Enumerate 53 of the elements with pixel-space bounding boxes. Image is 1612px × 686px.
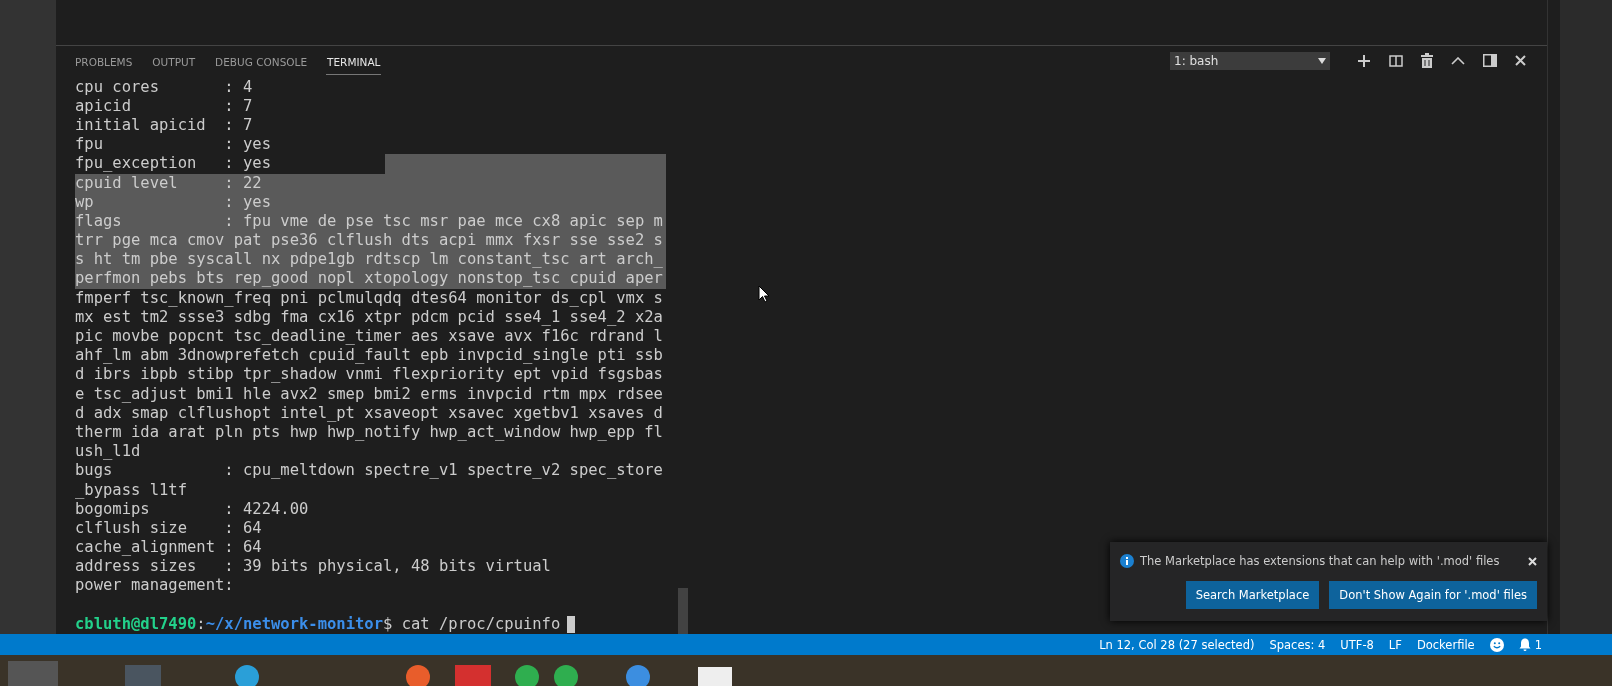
terminal-line: d adx smap clflushopt intel_pt xsaveopt xsavec xgetbv1 xsaves d: [75, 403, 663, 422]
trash-icon[interactable]: [1421, 53, 1433, 69]
status-item[interactable]: LF: [1388, 637, 1402, 652]
notification-count: 1: [1534, 637, 1542, 652]
notification-message: The Marketplace has extensions that can help with '.mod' files: [1140, 554, 1501, 568]
smiley-icon[interactable]: [1489, 637, 1504, 652]
mouse-pointer-icon: [758, 284, 770, 303]
close-icon[interactable]: [1528, 556, 1537, 566]
terminal-line: clflush size : 64: [75, 518, 262, 537]
terminal-line: cpu cores : 4: [75, 77, 253, 96]
prompt-user: cbluth@dl7490: [75, 614, 197, 633]
terminal-command: $ cat /proc/cpuinfo: [383, 614, 561, 633]
terminal-line: initial apicid : 7: [75, 115, 253, 134]
info-icon: [1120, 554, 1134, 568]
panel-tab[interactable]: PROBLEMS: [74, 51, 134, 75]
terminal-line: ush_l1d: [75, 442, 141, 461]
terminal-line: bugs : cpu_meltdown spectre_v1 spectre_v2 spec_store: [75, 461, 663, 480]
terminal-line: fmperf tsc_known_freq pni pclmulqdq dtes64 monitor ds_cpl vmx s: [75, 288, 663, 307]
terminal-line: pic movbe popcnt tsc_deadline_timer aes xsave avx f16c rdrand l: [75, 327, 663, 345]
terminal-line: e tsc_adjust bmi1 hle avx2 smep bmi2 erms invpcid rtm mpx rdsee: [75, 384, 663, 403]
terminal-line: ahf_lm abm 3dnowprefetch cpuid_fault epb invpcid_single pti ssb: [75, 346, 663, 365]
terminal-dropdown[interactable]: 1: bash: [1170, 51, 1330, 70]
terminal-line: apicid : 7: [75, 96, 253, 115]
status-item[interactable]: Dockerfile: [1416, 637, 1475, 652]
chevron-up-icon[interactable]: [1451, 56, 1465, 65]
text-cursor: [567, 615, 576, 633]
terminal-line: therm ida arat pln pts hwp hwp_notify hwp_act_window hwp_epp fl: [75, 422, 663, 441]
notification-button[interactable]: Search Marketplace: [1185, 581, 1320, 609]
bell-icon[interactable]: [1518, 637, 1531, 652]
terminal-line: mx est tm2 ssse3 sdbg fma cx16 xtpr pdcm pcid sse4_1 sse4_2 x2a: [75, 307, 663, 326]
terminal-line: d ibrs ibpb stibp tpr_shadow vnmi flexpriority ept vpid fsgsbas: [75, 365, 663, 384]
terminal-line: _bypass l1tf: [75, 480, 187, 499]
panel-tab[interactable]: OUTPUT: [151, 51, 197, 75]
terminal-line: fpu_exception : yes: [75, 154, 271, 173]
terminal-line: bogomips : 4224.00: [75, 499, 309, 518]
close-icon[interactable]: [1515, 55, 1526, 67]
status-item[interactable]: Ln 12, Col 28 (27 selected): [1099, 637, 1255, 652]
terminal-line: fpu : yes: [75, 135, 271, 154]
status-item[interactable]: UTF-8: [1340, 637, 1374, 652]
panel-tab[interactable]: DEBUG CONSOLE: [214, 51, 309, 75]
split-icon[interactable]: [1389, 54, 1403, 67]
notification-button[interactable]: Don't Show Again for '.mod' files: [1329, 581, 1537, 609]
terminal-line: address sizes : 39 bits physical, 48 bits virtual: [75, 557, 551, 576]
scrollbar-thumb[interactable]: [678, 588, 688, 634]
terminal-line: power management:: [75, 576, 234, 595]
prompt-separator: :: [196, 614, 206, 633]
terminal-line: cache_alignment : 64: [75, 538, 262, 557]
prompt-path: ~/x/network-monitor: [205, 614, 383, 633]
caret-icon: [1318, 57, 1326, 64]
plus-icon[interactable]: [1357, 53, 1371, 68]
status-item[interactable]: Spaces: 4: [1269, 637, 1326, 652]
panel-tab[interactable]: TERMINAL: [326, 51, 382, 75]
panel-layout-icon[interactable]: [1483, 54, 1497, 68]
